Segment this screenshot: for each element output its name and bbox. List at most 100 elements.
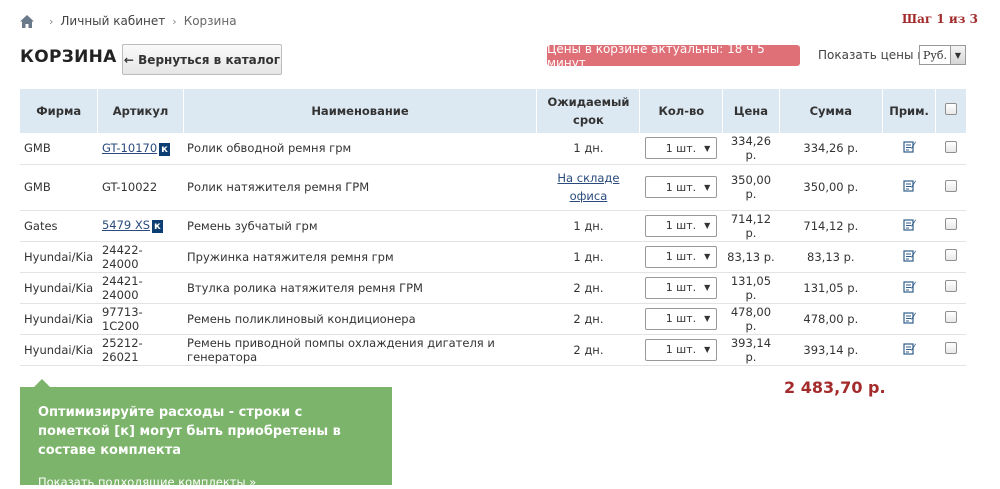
table-row: GMB GT-10170 к Ролик обводной ремня грм 1 дн… [20,133,966,165]
cell-price: 83,13 р. [722,241,780,273]
cell-note [882,272,936,304]
row-checkbox[interactable] [944,179,957,192]
article-text: 24421-24000 [101,273,143,302]
table-row: Hyundai/Kia 24421-24000 Втулка ролика натя… [20,272,966,304]
cell-qty: 1 шт. ▼ [639,210,723,242]
stock-office-link[interactable]: На складе офиса [557,171,619,203]
article-text: 24422-24000 [101,242,143,271]
edit-note-icon[interactable] [902,140,916,153]
quantity-select[interactable]: 1 шт. ▼ [645,176,718,198]
page-title: КОРЗИНА [20,47,117,67]
cell-article: 25212-26021 [97,334,184,366]
col-sum: Сумма [779,89,883,133]
dropdown-arrow-icon: ▼ [704,182,711,192]
dropdown-arrow-icon: ▼ [704,143,711,153]
cell-article: 24422-24000 [97,241,184,273]
edit-note-icon[interactable] [902,311,916,324]
show-kits-link[interactable]: Показать подходящие комплекты » [38,475,256,489]
edit-note-icon[interactable] [902,280,916,293]
cell-note [882,303,936,335]
cell-term: 1 дн. [536,133,640,165]
kit-badge: к [152,220,163,233]
edit-note-icon[interactable] [902,249,916,262]
row-checkbox[interactable] [944,218,957,230]
cell-term: 2 дн. [536,272,640,304]
article-link[interactable]: 5479 XS [102,218,150,232]
quantity-select[interactable]: 1 шт. ▼ [645,276,718,299]
cell-qty: 1 шт. ▼ [639,164,723,211]
cell-term: 2 дн. [536,303,640,335]
currency-select[interactable]: Руб. ▼ [919,45,966,65]
dropdown-arrow-icon[interactable]: ▼ [950,46,965,64]
cell-name: Ремень поликлиновый кондиционера [183,303,537,335]
cell-name: Пружинка натяжителя ремня грм [183,241,537,273]
show-prices-label: Показать цены в: [818,48,929,62]
table-row: GMB GT-10022 Ролик натяжителя ремня ГРМ На … [20,164,966,211]
dropdown-arrow-icon: ▼ [704,283,711,292]
edit-note-icon[interactable] [902,179,916,192]
dropdown-arrow-icon: ▼ [704,345,711,354]
back-to-catalog-button[interactable]: ← Вернуться в каталог [122,44,282,75]
cell-note [882,164,936,211]
cell-firm: GMB [20,133,98,165]
cell-name: Ремень приводной помпы охлаждения дигате… [183,334,537,366]
cell-note [882,334,936,366]
table-row: Gates 5479 XS к Ремень зубчатый грм 1 дн. 1 ш… [20,210,966,242]
breadcrumb-link-account[interactable]: Личный кабинет [60,14,165,28]
row-checkbox[interactable] [944,311,957,323]
home-icon[interactable] [20,14,34,28]
quantity-select[interactable]: 1 шт. ▼ [645,307,718,330]
table-row: Hyundai/Kia 97713-1C200 Ремень поликлиновы… [20,303,966,335]
edit-note-icon[interactable] [902,342,916,355]
row-checkbox[interactable] [944,249,957,261]
dropdown-arrow-icon: ▼ [704,221,711,230]
cell-firm: Hyundai/Kia [20,241,98,273]
cell-price: 334,26 р. [722,133,780,165]
cell-price: 478,00 р. [722,303,780,335]
edit-note-icon[interactable] [902,218,916,231]
prices-actual-badge: Цены в корзине актуальны: 18 ч 5 минут [547,42,800,70]
cell-sum: 714,12 р. [779,210,883,242]
delivery-term: 2 дн. [573,280,604,295]
promo-message: Оптимизируйте расходы - строки с пометко… [38,405,341,458]
cell-select [935,272,966,304]
quantity-select[interactable]: 1 шт. ▼ [645,245,718,268]
step-indicator: Шаг 1 из 3 [901,12,978,26]
cell-qty: 1 шт. ▼ [639,272,723,304]
chevron-right-icon: › [49,14,54,28]
cell-select [935,210,966,242]
quantity-select[interactable]: 1 шт. ▼ [645,338,718,361]
cell-sum: 393,14 р. [779,334,883,366]
cell-name: Ремень зубчатый грм [183,210,537,242]
breadcrumb: › Личный кабинет › Корзина [20,12,237,30]
article-text: GT-10022 [101,180,158,194]
cell-article: 5479 XS к [97,210,184,242]
select-all-checkbox[interactable] [945,103,958,115]
cell-qty: 1 шт. ▼ [639,133,723,165]
cell-firm: Hyundai/Kia [20,272,98,304]
col-term: Ожидаемый срок [536,89,641,133]
quantity-value: 1 шт. [665,180,697,194]
cell-term: 2 дн. [536,334,640,366]
cell-term: На складе офиса [536,164,640,211]
delivery-term: 2 дн. [573,342,604,357]
col-select [935,89,966,133]
delivery-term: 2 дн. [573,311,604,326]
quantity-select[interactable]: 1 шт. ▼ [645,214,718,237]
cell-price: 131,05 р. [722,272,780,304]
row-checkbox[interactable] [944,280,957,292]
quantity-select[interactable]: 1 шт. ▼ [645,137,718,160]
cell-price: 350,00 р. [722,164,780,211]
row-checkbox[interactable] [944,140,957,153]
row-checkbox[interactable] [944,342,957,354]
article-link[interactable]: GT-10170 [102,141,157,155]
cell-note [882,133,936,165]
dropdown-arrow-icon: ▼ [704,252,711,261]
cell-select [935,334,966,366]
cell-firm: Hyundai/Kia [20,303,98,335]
quantity-value: 1 шт. [665,281,697,294]
cell-term: 1 дн. [536,210,640,242]
cell-select [935,241,966,273]
col-article: Артикул [97,89,184,133]
cell-firm: GMB [20,164,98,211]
